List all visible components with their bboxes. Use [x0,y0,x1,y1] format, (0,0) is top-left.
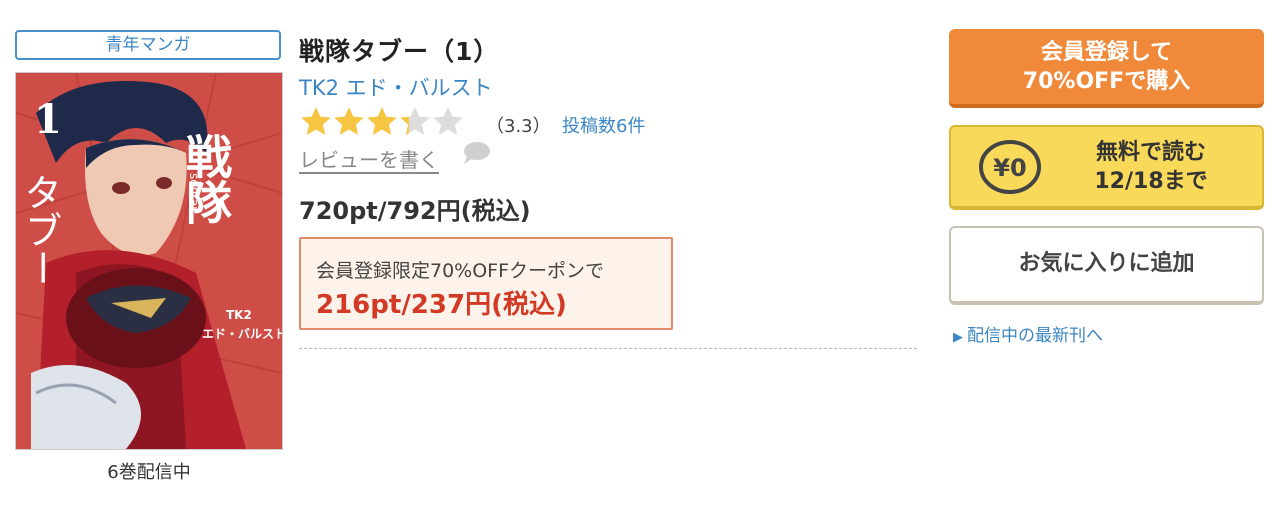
add-favorite-button[interactable]: お気に入りに追加 [949,226,1264,305]
cover-illustration: 1 戦隊 タブー sentai TK2 エド・バルスト [16,73,282,449]
author-link[interactable]: TK2 エド・バルスト [299,72,493,102]
coupon-label: 会員登録限定70%OFFクーポンで [316,260,605,282]
free-line-2: 12/18まで [1094,169,1208,194]
coupon-box: 会員登録限定70%OFFクーポンで 216pt/237円(税込) [299,237,673,330]
cover-romaji: sentai [187,173,201,210]
cover-volume-number: 1 [34,96,62,143]
rating-value: （3.3） [486,116,551,137]
latest-volume-link[interactable]: ▶ 配信中の最新刊へ [953,321,1103,346]
divider [299,348,917,349]
star-shape [367,107,397,135]
coupon-price: 216pt/237円(税込) [316,290,567,320]
cover-credit-art: エド・バルスト [202,327,282,341]
genre-tag[interactable]: 青年マンガ [15,30,281,60]
write-review-link[interactable]: レビューを書く [299,144,439,173]
yen-zero-badge-icon: ¥0 [979,140,1041,194]
free-badge-text: ¥0 [993,154,1026,182]
volumes-available: 6巻配信中 [107,462,191,483]
free-line-1: 無料で読む [1095,140,1206,165]
read-free-button[interactable]: ¥0 無料で読む 12/18まで [949,125,1264,210]
star-shape [301,107,331,135]
price: 720pt/792円(税込) [299,197,531,225]
cover-image[interactable]: 1 戦隊 タブー sentai TK2 エド・バルスト [15,72,283,450]
buy-line-1: 会員登録して [1040,40,1173,65]
star-shape [433,107,463,135]
star-shape [334,107,364,135]
triangle-right-icon: ▶ [953,330,963,345]
star-icon [301,107,331,135]
latest-link-label: 配信中の最新刊へ [967,326,1103,346]
cover-credit-story: TK2 [226,308,252,322]
star-icon [334,107,364,135]
buy-line-2: 70%OFFで購入 [1022,69,1191,94]
cover-subtitle: タブー [18,173,62,287]
star-icon [433,107,463,135]
star-icon [400,107,430,135]
star-icon [367,107,397,135]
star-rating [299,105,464,137]
register-buy-button[interactable]: 会員登録して 70%OFFで購入 [949,29,1264,108]
speech-bubble-icon [464,142,490,164]
star-shape [400,107,430,135]
book-title: 戦隊タブー（1） [299,37,500,66]
review-count-link[interactable]: 投稿数6件 [562,112,645,138]
